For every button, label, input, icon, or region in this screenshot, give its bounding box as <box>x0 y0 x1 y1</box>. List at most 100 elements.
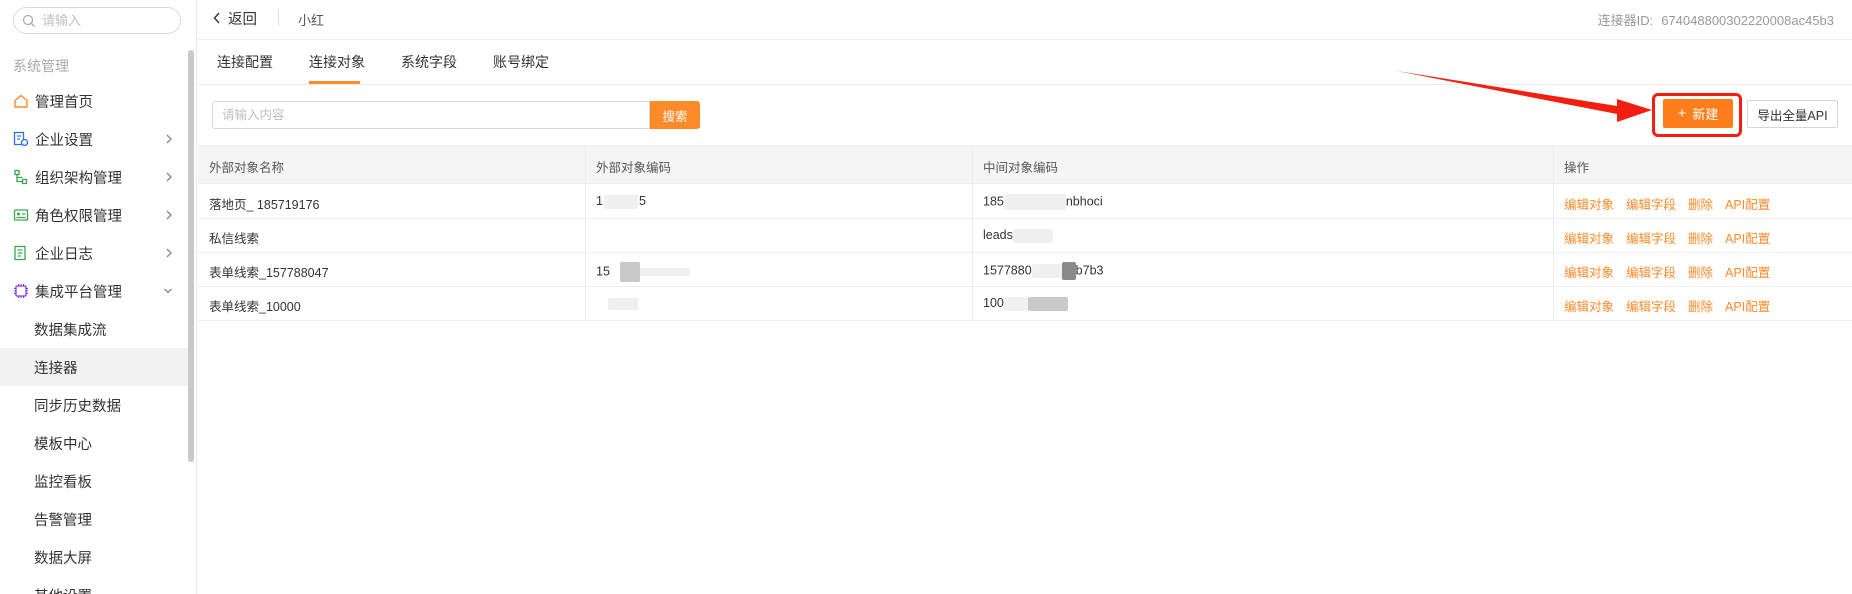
org-chart-icon <box>13 169 29 185</box>
tab-system-fields[interactable]: 系统字段 <box>401 52 457 72</box>
redaction-mask <box>1003 194 1066 210</box>
sidebar-scrollbar[interactable] <box>188 50 194 462</box>
column-header-mid-code: 中间对象编码 <box>983 161 1059 175</box>
edit-fields-link[interactable]: 编辑字段 <box>1626 296 1676 315</box>
sidebar-sub-item-other-settings[interactable]: 其他设置 <box>0 576 190 594</box>
api-config-link[interactable]: API配置 <box>1725 194 1770 213</box>
delete-link[interactable]: 删除 <box>1688 194 1713 213</box>
edit-fields-link[interactable]: 编辑字段 <box>1626 262 1676 281</box>
cell-ext-name: 落地页_ 185719176 <box>209 198 320 212</box>
chevron-right-icon <box>166 172 172 182</box>
sidebar-sub-item-template-center[interactable]: 模板中心 <box>0 424 190 462</box>
cell-mid-code-tail: nbhoci <box>1065 194 1103 209</box>
sidebar-sub-item-alert-management[interactable]: 告警管理 <box>0 500 190 538</box>
id-card-icon <box>13 207 29 223</box>
edit-object-link[interactable]: 编辑对象 <box>1564 296 1614 315</box>
sidebar-section-title: 系统管理 <box>13 58 69 74</box>
sidebar-item-label: 集成平台管理 <box>35 284 122 301</box>
row-operations: 编辑对象 编辑字段 删除 API配置 <box>1564 228 1770 247</box>
connector-id-label: 连接器ID: <box>1597 13 1654 28</box>
cell-ext-code-head: 1 <box>596 194 603 208</box>
edit-object-link[interactable]: 编辑对象 <box>1564 194 1614 213</box>
row-operations: 编辑对象 编辑字段 删除 API配置 <box>1564 262 1770 281</box>
table-row: 落地页_ 185719176 15 185 nbhoci 编辑对象 编辑字段 删除… <box>198 185 1852 219</box>
redaction-mask <box>608 297 638 310</box>
export-api-button[interactable]: 导出全量API <box>1747 100 1838 128</box>
object-search-input[interactable] <box>222 108 642 122</box>
search-button[interactable]: 搜索 <box>650 101 700 129</box>
cell-ext-name: 表单线索_157788047 <box>209 266 329 280</box>
redaction-mask <box>1031 264 1062 278</box>
sidebar-item-label: 管理首页 <box>35 94 93 111</box>
chevron-right-icon <box>166 248 172 258</box>
table-row: 表单线索_157788047 15 1577880 b7b3 编辑对象 编辑字段 … <box>198 253 1852 287</box>
cell-mid-code: 100 <box>983 296 1068 311</box>
search-icon <box>22 14 35 27</box>
object-search-box[interactable] <box>212 101 650 129</box>
redaction-mask <box>603 194 638 209</box>
api-config-link[interactable]: API配置 <box>1725 228 1770 247</box>
cell-mid-code-head: 100 <box>983 296 1004 310</box>
chip-icon <box>13 283 29 299</box>
redaction-mask <box>1061 262 1076 280</box>
redaction-mask <box>1003 296 1028 311</box>
sidebar-sub-item-sync-history[interactable]: 同步历史数据 <box>0 386 190 424</box>
connector-name: 小红 <box>298 13 325 28</box>
connector-id: 连接器ID: 674048800302220008ac45b3 <box>1598 10 1834 29</box>
table-header: 外部对象名称 外部对象编码 中间对象编码 操作 <box>198 145 1852 184</box>
edit-fields-link[interactable]: 编辑字段 <box>1626 228 1676 247</box>
tab-connection-config[interactable]: 连接配置 <box>217 52 273 72</box>
cell-ext-code: 15 <box>596 262 690 282</box>
column-header-operations: 操作 <box>1564 161 1590 175</box>
sidebar-item-integration-platform[interactable]: 集成平台管理 <box>0 273 190 309</box>
chevron-right-icon <box>166 210 172 220</box>
tab-connection-objects[interactable]: 连接对象 <box>309 52 365 72</box>
tab-account-binding[interactable]: 账号绑定 <box>493 52 549 72</box>
table-row: 表单线索_10000 100 编辑对象 编辑字段 删除 API配置 <box>198 287 1852 321</box>
sidebar-search[interactable] <box>13 7 181 34</box>
sidebar-item-label: 企业设置 <box>35 132 93 149</box>
annotation-arrow <box>1397 71 1652 122</box>
table-row: 私信线索 leads 编辑对象 编辑字段 删除 API配置 <box>198 219 1852 253</box>
edit-object-link[interactable]: 编辑对象 <box>1564 262 1614 281</box>
sidebar-item-role-permission[interactable]: 角色权限管理 <box>0 197 190 233</box>
chevron-right-icon <box>166 134 172 144</box>
sidebar-item-enterprise-settings[interactable]: 企业设置 <box>0 121 190 157</box>
sidebar-item-label: 组织架构管理 <box>35 170 122 187</box>
sidebar-search-input[interactable] <box>42 13 172 28</box>
api-config-link[interactable]: API配置 <box>1725 296 1770 315</box>
delete-link[interactable]: 删除 <box>1688 262 1713 281</box>
cell-ext-code <box>596 296 638 310</box>
header-divider <box>278 10 279 26</box>
redaction-mask <box>1012 228 1053 243</box>
sidebar-item-home[interactable]: 管理首页 <box>0 83 190 119</box>
edit-object-link[interactable]: 编辑对象 <box>1564 228 1614 247</box>
sidebar: 系统管理 管理首页 企业设置 组织架构管理 角色权限管理 <box>0 0 197 594</box>
edit-fields-link[interactable]: 编辑字段 <box>1626 194 1676 213</box>
cell-ext-code: 15 <box>596 194 646 209</box>
cell-ext-name: 表单线索_10000 <box>209 300 301 314</box>
connector-id-value: 674048800302220008ac45b3 <box>1661 13 1834 28</box>
log-icon <box>13 245 29 261</box>
redaction-mask <box>639 268 690 276</box>
delete-link[interactable]: 删除 <box>1688 296 1713 315</box>
sidebar-sub-item-data-flow[interactable]: 数据集成流 <box>0 310 190 348</box>
api-config-link[interactable]: API配置 <box>1725 262 1770 281</box>
sidebar-item-org-structure[interactable]: 组织架构管理 <box>0 159 190 195</box>
cell-mid-code-head: 185 <box>983 194 1004 209</box>
sidebar-sub-item-data-screen[interactable]: 数据大屏 <box>0 538 190 576</box>
active-tab-indicator <box>309 81 360 84</box>
cell-ext-code-head: 15 <box>596 264 610 279</box>
row-operations: 编辑对象 编辑字段 删除 API配置 <box>1564 296 1770 315</box>
back-label: 返回 <box>228 11 257 28</box>
redaction-mask <box>619 262 640 282</box>
sidebar-item-enterprise-log[interactable]: 企业日志 <box>0 235 190 271</box>
cell-mid-code-head: leads <box>983 228 1013 242</box>
back-button[interactable]: 返回 <box>212 8 257 28</box>
sidebar-sub-item-connector[interactable]: 连接器 <box>0 348 190 386</box>
cell-mid-code: 185 nbhoci <box>983 194 1103 210</box>
delete-link[interactable]: 删除 <box>1688 228 1713 247</box>
sidebar-item-label: 角色权限管理 <box>35 208 122 225</box>
chevron-down-icon <box>164 288 172 294</box>
sidebar-sub-item-monitor-board[interactable]: 监控看板 <box>0 462 190 500</box>
